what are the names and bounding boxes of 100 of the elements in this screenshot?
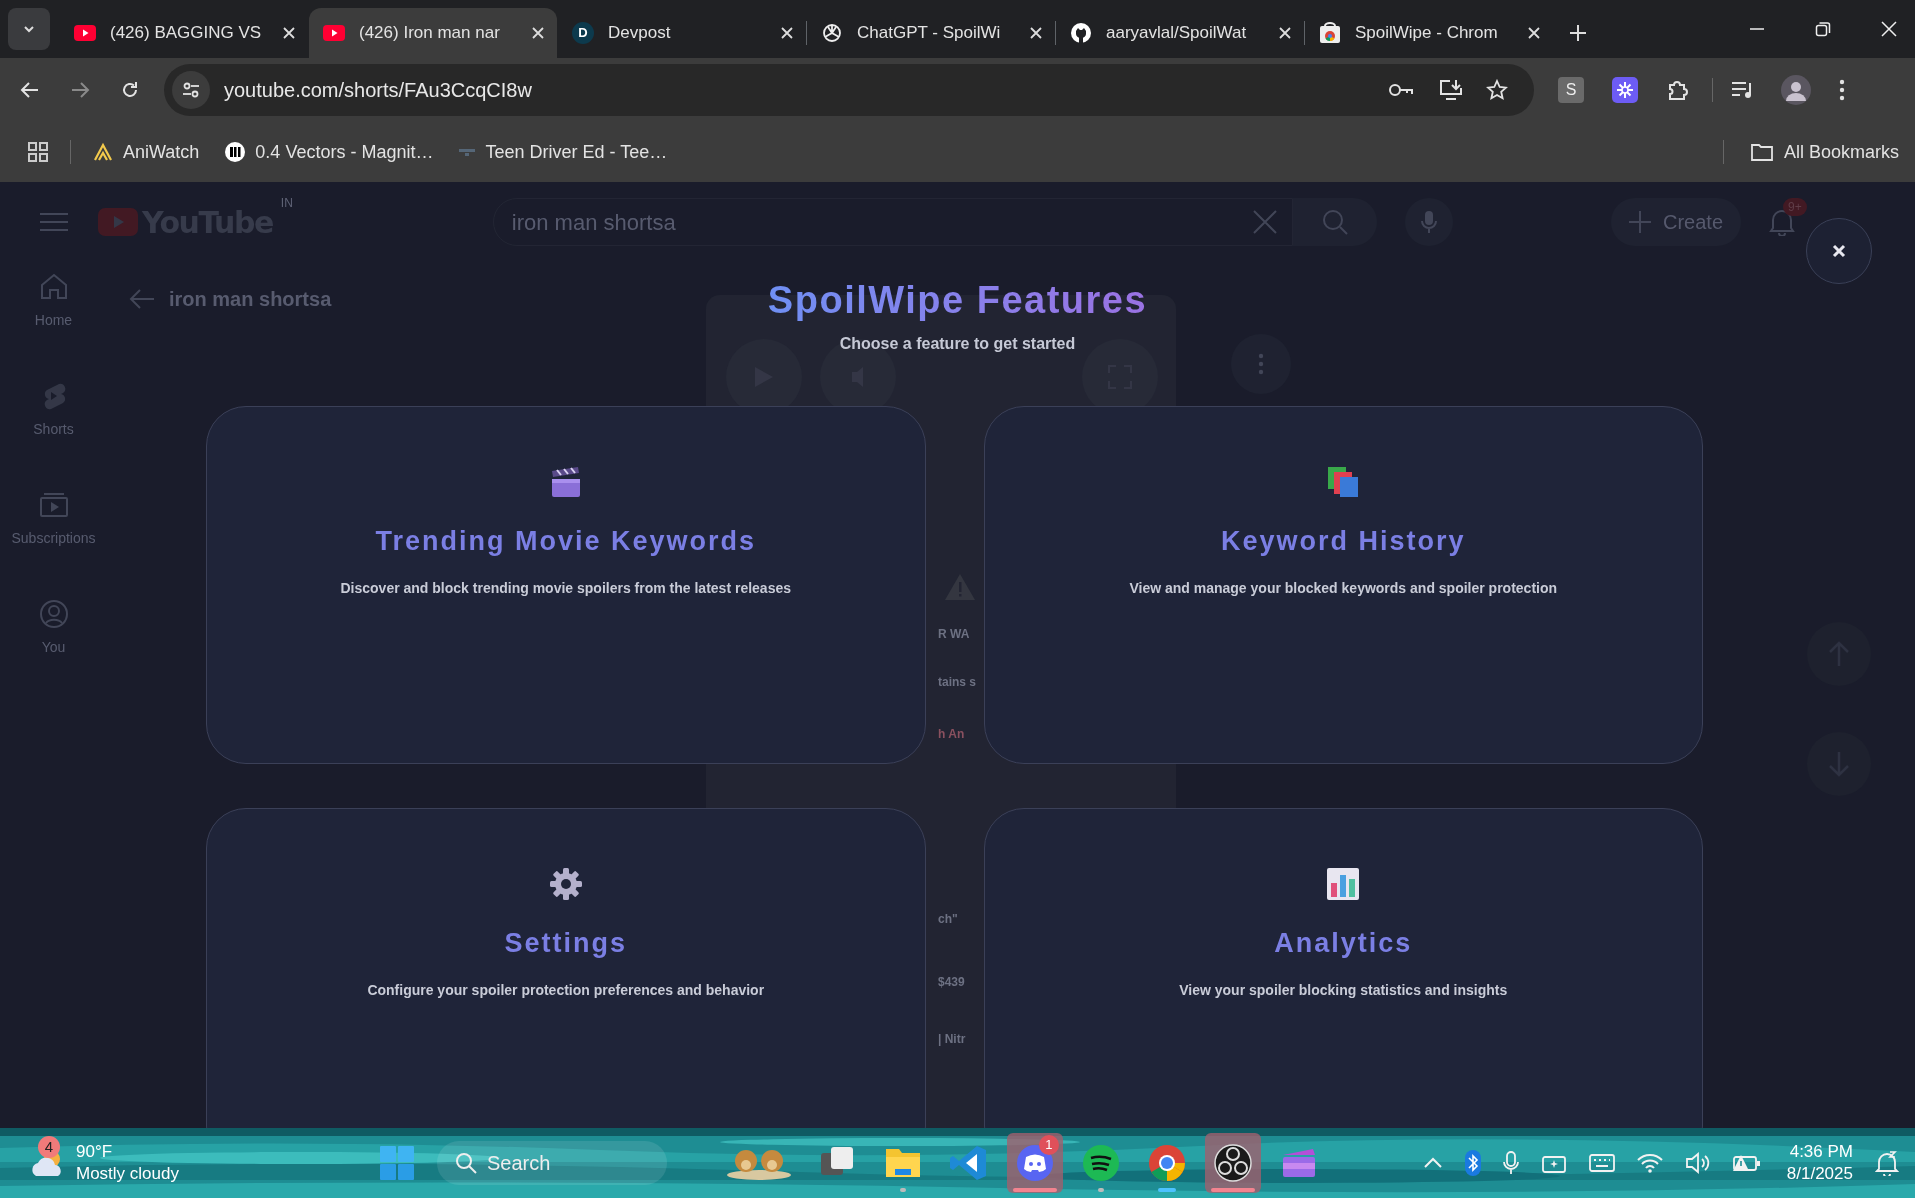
settings-icon [548,867,583,901]
tab-title: (426) BAGGING VS [110,22,263,45]
background-text: $439 [938,974,965,991]
star-icon[interactable] [1486,79,1508,101]
store-bag-icon [1319,22,1341,44]
background-text: h An [938,726,965,743]
close-window-icon[interactable] [1881,21,1897,37]
play-logo-icon [98,208,138,236]
feature-title: Keyword History [1220,525,1466,558]
feature-card[interactable]: Settings Configure your spoiler protection preferences and behavior [206,808,926,1128]
volume-icon[interactable] [1684,1152,1711,1174]
mountain-logo-icon [93,142,113,162]
browser-tab[interactable]: SpoilWipe - Chrom [1305,8,1553,58]
background-text: | Nitr [938,1031,966,1048]
browser-tab[interactable]: aaryavlal/SpoilWat [1056,8,1304,58]
notifications-snoozed-icon[interactable] [1875,1150,1899,1176]
taskbar-app[interactable]: 1 [1007,1133,1063,1193]
address-bar[interactable]: youtube.com/shorts/FAu3CcqCI8w [164,64,1534,116]
install-icon[interactable] [1438,79,1464,101]
restore-icon[interactable] [1815,21,1831,37]
site-info-button[interactable] [172,71,210,109]
recorder-icon [1213,1143,1253,1183]
profile-avatar[interactable] [1781,75,1811,105]
bookmark-item[interactable]: 0.4 Vectors - Magnit… [225,138,434,166]
background-text: ch" [938,911,958,928]
snowflake-extension-icon[interactable] [1612,77,1638,103]
temperature-text: 90°F [76,1141,114,1163]
modal-subtitle: Choose a feature to get started [839,334,1076,354]
person-icon [38,599,69,629]
hexagon-logo-icon: D [572,22,594,44]
background-text: R WA [938,626,970,643]
feature-description: View your spoiler blocking statistics and insights [1179,980,1508,1000]
back-icon[interactable] [20,80,40,100]
browser-tab[interactable]: (426) BAGGING VS [60,8,308,58]
region-label: IN [280,194,293,212]
feature-card[interactable]: Keyword History View and manage your blocked keywords and spoiler protection [983,406,1703,764]
background-text: tains s [938,674,976,691]
feature-title: Settings [504,927,627,960]
feature-description: Discover and block trending movie spoilers from the latest releases [340,578,791,598]
dash-logo-icon [459,148,476,156]
clock[interactable]: 4:36 PM 8/1/2025 [1786,1141,1853,1185]
search-icon [1321,209,1348,235]
browser-tab[interactable]: ChatGPT - SpoilWi [807,8,1055,58]
bar-chart-icon [1326,867,1361,901]
bars-logo-icon [225,142,246,162]
tab-title: (426) Iron man nar [359,22,501,45]
close-icon [1832,244,1846,258]
close-icon[interactable] [282,26,296,40]
puzzle-icon[interactable] [1666,78,1690,102]
bookmark-item[interactable]: Teen Driver Ed - Tee… [459,138,668,166]
reload-icon[interactable] [120,80,140,100]
keyboard-icon[interactable] [1588,1154,1615,1172]
close-icon[interactable] [1527,26,1541,40]
tune-icon [182,82,200,98]
code-editor-icon [949,1143,989,1183]
url-text: youtube.com/shorts/FAu3CcqCI8w [224,78,533,103]
close-icon[interactable] [780,26,794,40]
browser-icon [1147,1143,1187,1183]
chevron-up-icon[interactable] [1422,1157,1443,1169]
browser-tab[interactable]: (426) Iron man nar [309,8,557,58]
weather-widget[interactable]: 90°F Mostly cloudy [76,1141,179,1185]
bookmark-item[interactable]: AniWatch [93,138,200,166]
plus-icon [1628,211,1651,233]
music-app-icon [1081,1143,1121,1183]
extension-button[interactable]: S [1558,77,1584,103]
close-icon[interactable] [1029,26,1043,40]
taskbar-app[interactable] [1205,1133,1261,1193]
feature-title: Analytics [1274,927,1413,960]
tab-title: ChatGPT - SpoilWi [857,22,1002,45]
books-icon [1326,465,1361,499]
search-icon [455,1152,477,1174]
microphone-icon [1420,210,1437,234]
wifi-icon[interactable] [1636,1153,1663,1173]
home-icon [38,272,69,302]
time-text: 4:36 PM [1789,1141,1853,1163]
feature-title: Trending Movie Keywords [375,525,757,558]
cat-logo-icon [1070,22,1092,44]
battery-warning-icon[interactable] [1732,1153,1761,1173]
menu-dots-icon[interactable] [1839,79,1845,101]
feature-description: View and manage your blocked keywords and spoiler protection [1129,578,1558,598]
browser-tab[interactable]: D Devpost [558,8,806,58]
feature-description: Configure your spoiler protection preferences and behavior [367,980,765,1000]
folder-icon [1749,142,1774,162]
close-icon[interactable] [1278,26,1292,40]
feature-card[interactable]: Trending Movie Keywords Discover and block trending movie spoilers from the latest releases [206,406,926,764]
all-bookmarks-button[interactable]: All Bookmarks [1749,138,1899,166]
weather-text: Mostly cloudy [76,1163,179,1185]
feature-card[interactable]: Analytics View your spoiler blocking statistics and insights [983,808,1703,1128]
windows-start-icon[interactable] [379,1145,415,1181]
new-tab-icon[interactable] [1569,24,1587,42]
forward-icon[interactable] [70,80,90,100]
key-icon[interactable] [1388,82,1414,98]
more-dots-icon [1258,353,1264,375]
close-icon[interactable] [531,26,545,40]
date-text: 8/1/2025 [1786,1163,1853,1185]
tab-title: Devpost [608,22,672,45]
tab-title: aaryavlal/SpoilWat [1106,22,1248,45]
microphone-icon[interactable] [1502,1151,1519,1175]
apps-grid-icon[interactable] [28,142,48,162]
knot-logo-icon [821,22,843,44]
